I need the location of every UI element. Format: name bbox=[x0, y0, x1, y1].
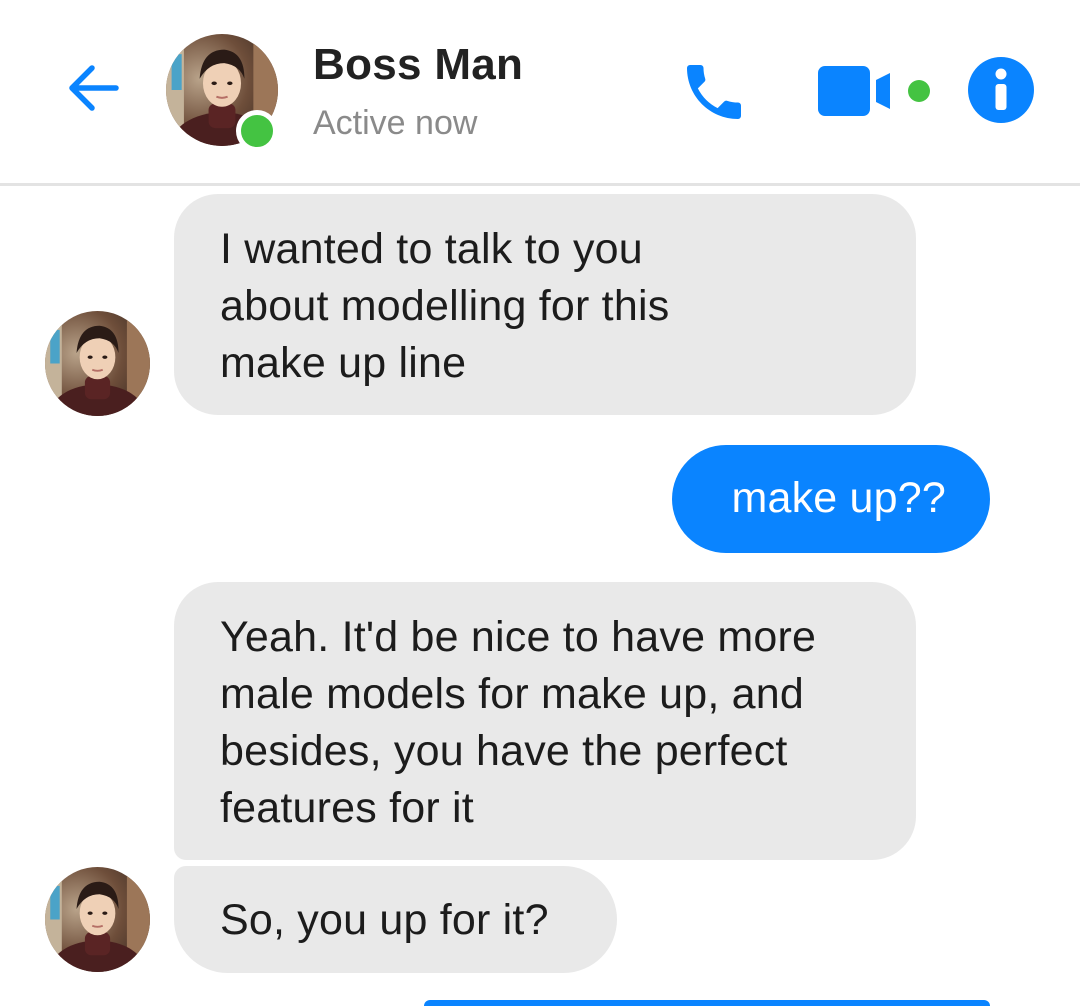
message-bubble-incoming[interactable]: So, you up for it? bbox=[174, 866, 617, 973]
info-icon bbox=[968, 57, 1034, 123]
presence-indicator bbox=[236, 110, 278, 152]
message-text-line: about modelling for this bbox=[220, 282, 670, 330]
message-text-line: besides, you have the perfect bbox=[220, 727, 788, 775]
voice-call-button[interactable] bbox=[678, 56, 750, 128]
message-text-line: male models for make up, and bbox=[220, 670, 805, 718]
contact-status: Active now bbox=[313, 104, 478, 142]
phone-icon bbox=[687, 65, 741, 119]
message-bubble-outgoing-partial[interactable] bbox=[424, 1000, 990, 1006]
conversation-header: Boss Man Active now bbox=[0, 0, 1080, 186]
message-text-line: features for it bbox=[220, 784, 474, 832]
message-text-line: Yeah. It'd be nice to have more bbox=[220, 613, 817, 661]
message-bubble-incoming[interactable]: I wanted to talk to you about modelling … bbox=[174, 194, 916, 415]
message-text-line: make up?? bbox=[731, 474, 946, 522]
video-call-button[interactable] bbox=[818, 66, 938, 116]
avatar[interactable] bbox=[45, 311, 150, 416]
message-bubble-incoming[interactable]: Yeah. It'd be nice to have more male mod… bbox=[174, 582, 916, 860]
arrow-left-icon bbox=[69, 65, 119, 111]
message-bubble-outgoing[interactable]: make up?? bbox=[672, 445, 990, 553]
contact-name[interactable]: Boss Man bbox=[313, 40, 523, 90]
message-text-line: make up line bbox=[220, 339, 467, 387]
info-button[interactable] bbox=[968, 57, 1034, 123]
avatar[interactable] bbox=[45, 867, 150, 972]
message-text-line: So, you up for it? bbox=[220, 896, 549, 944]
back-button[interactable] bbox=[58, 56, 130, 120]
message-text-line: I wanted to talk to you bbox=[220, 225, 643, 273]
video-camera-icon bbox=[818, 66, 930, 116]
